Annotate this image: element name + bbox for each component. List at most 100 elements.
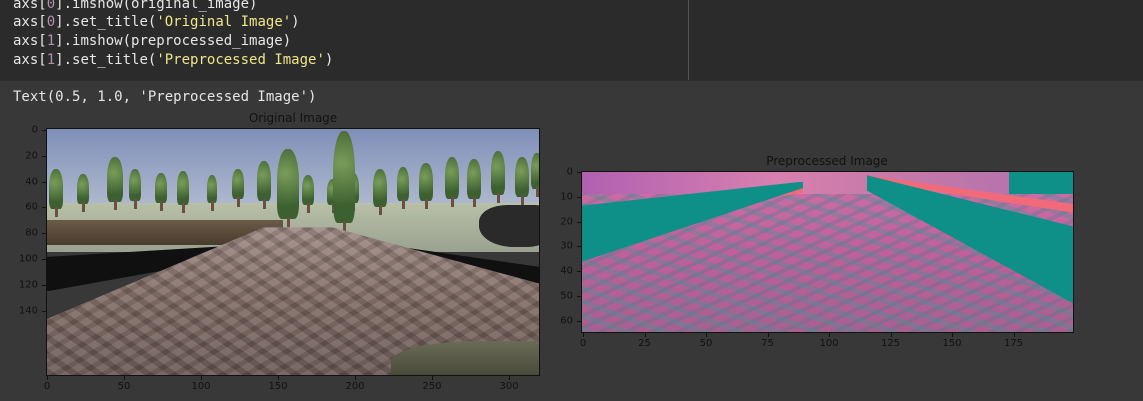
tree xyxy=(155,173,167,203)
x-tick-mark xyxy=(644,333,646,337)
tree xyxy=(445,157,459,199)
tree xyxy=(515,157,529,197)
y-tick-label: 40 xyxy=(560,265,573,277)
code-line-3: axs[1].imshow(preprocessed_image) xyxy=(13,33,292,49)
y-tick-label: 80 xyxy=(25,227,38,239)
tree-trunk xyxy=(402,199,405,209)
y-tick-label: 20 xyxy=(25,150,38,162)
tree-trunk xyxy=(379,205,382,215)
x-tick-mark xyxy=(201,376,202,380)
x-tick-label: 250 xyxy=(422,381,442,392)
preprocessed-corner xyxy=(1009,172,1073,195)
x-tick-mark xyxy=(1013,333,1015,337)
original-image-axes xyxy=(46,128,540,376)
tree xyxy=(129,169,141,201)
x-tick-label: 125 xyxy=(880,338,901,349)
tree-trunk xyxy=(55,207,58,217)
preprocessed-image-title: Preprocessed Image xyxy=(766,154,888,168)
cell-separator xyxy=(0,80,1143,81)
preprocessed-horizon xyxy=(582,172,1073,195)
y-tick-label: 140 xyxy=(18,305,38,317)
tree-trunk xyxy=(451,197,454,207)
tree-trunk xyxy=(182,203,185,213)
tree-trunk xyxy=(287,217,290,227)
x-tick-label: 0 xyxy=(579,338,587,349)
y-tick-mark xyxy=(42,130,46,131)
tree-trunk xyxy=(237,197,240,207)
preprocessed-image-axes xyxy=(581,171,1074,333)
x-tick-mark xyxy=(124,376,125,380)
tree xyxy=(333,131,355,223)
x-tick-label: 150 xyxy=(268,381,288,392)
y-tick-mark xyxy=(42,233,46,235)
x-tick-label: 0 xyxy=(43,381,51,392)
y-tick-label: 20 xyxy=(560,216,573,228)
y-tick-label: 60 xyxy=(25,201,38,213)
tree-trunk xyxy=(307,203,310,213)
tree-trunk xyxy=(114,200,117,210)
y-tick-label: 120 xyxy=(18,279,38,291)
x-tick-label: 150 xyxy=(942,338,962,349)
y-tick-mark xyxy=(577,221,581,223)
y-tick-mark xyxy=(577,196,581,198)
y-tick-mark xyxy=(577,296,581,297)
x-tick-label: 175 xyxy=(1003,338,1024,349)
tree xyxy=(77,174,89,204)
tree-trunk xyxy=(211,201,214,211)
tree-trunk xyxy=(82,202,85,212)
y-tick-mark xyxy=(42,259,46,260)
tree-trunk xyxy=(160,201,163,211)
y-tick-mark xyxy=(42,284,46,286)
editor-divider xyxy=(688,0,689,80)
y-tick-mark xyxy=(42,181,46,183)
y-tick-label: 60 xyxy=(560,315,573,327)
tree xyxy=(467,159,481,199)
y-tick-label: 10 xyxy=(560,191,573,203)
x-tick-label: 25 xyxy=(638,338,651,349)
tree xyxy=(257,161,271,201)
output-text: Text(0.5, 1.0, 'Preprocessed Image') xyxy=(13,89,317,105)
tree xyxy=(373,169,387,207)
tree-trunk xyxy=(473,197,476,207)
y-tick-mark xyxy=(577,320,581,322)
y-tick-label: 100 xyxy=(18,253,38,265)
x-tick-mark xyxy=(432,376,433,380)
code-cell[interactable]: axs[0].imshow(original_image) axs[0].set… xyxy=(0,0,1143,80)
tree xyxy=(491,151,505,195)
tree xyxy=(277,149,299,219)
tree xyxy=(107,157,123,202)
y-tick-mark xyxy=(42,155,46,157)
tree-trunk xyxy=(343,221,346,231)
y-tick-mark xyxy=(577,246,581,248)
tree-trunk xyxy=(521,195,524,205)
y-tick-mark xyxy=(577,271,581,273)
x-tick-label: 100 xyxy=(819,338,839,349)
x-tick-label: 50 xyxy=(699,338,713,349)
tree-trunk xyxy=(536,187,539,197)
x-tick-mark xyxy=(952,333,953,337)
x-tick-mark xyxy=(829,333,830,337)
tree xyxy=(419,163,433,201)
y-tick-label: 40 xyxy=(25,176,38,188)
x-tick-mark xyxy=(509,376,510,380)
x-tick-label: 100 xyxy=(191,381,211,392)
original-image-title: Original Image xyxy=(248,111,338,125)
y-tick-label: 0 xyxy=(31,124,38,136)
x-tick-mark xyxy=(890,333,892,337)
x-tick-mark xyxy=(767,333,769,337)
x-tick-mark xyxy=(278,376,279,380)
code-line-1: axs[0].imshow(original_image) xyxy=(13,0,258,12)
x-tick-label: 200 xyxy=(345,381,365,392)
y-tick-mark xyxy=(42,207,46,209)
code-line-2: axs[0].set_title('Original Image') xyxy=(13,14,300,30)
tree xyxy=(177,171,189,205)
x-tick-label: 300 xyxy=(499,381,519,392)
x-tick-mark xyxy=(706,333,707,337)
code-line-4: axs[1].set_title('Preprocessed Image') xyxy=(13,52,334,68)
x-tick-mark xyxy=(355,376,356,380)
y-tick-mark xyxy=(42,310,46,312)
tree xyxy=(232,169,244,199)
tree xyxy=(49,169,63,209)
y-tick-mark xyxy=(577,172,581,173)
tree xyxy=(302,175,314,205)
